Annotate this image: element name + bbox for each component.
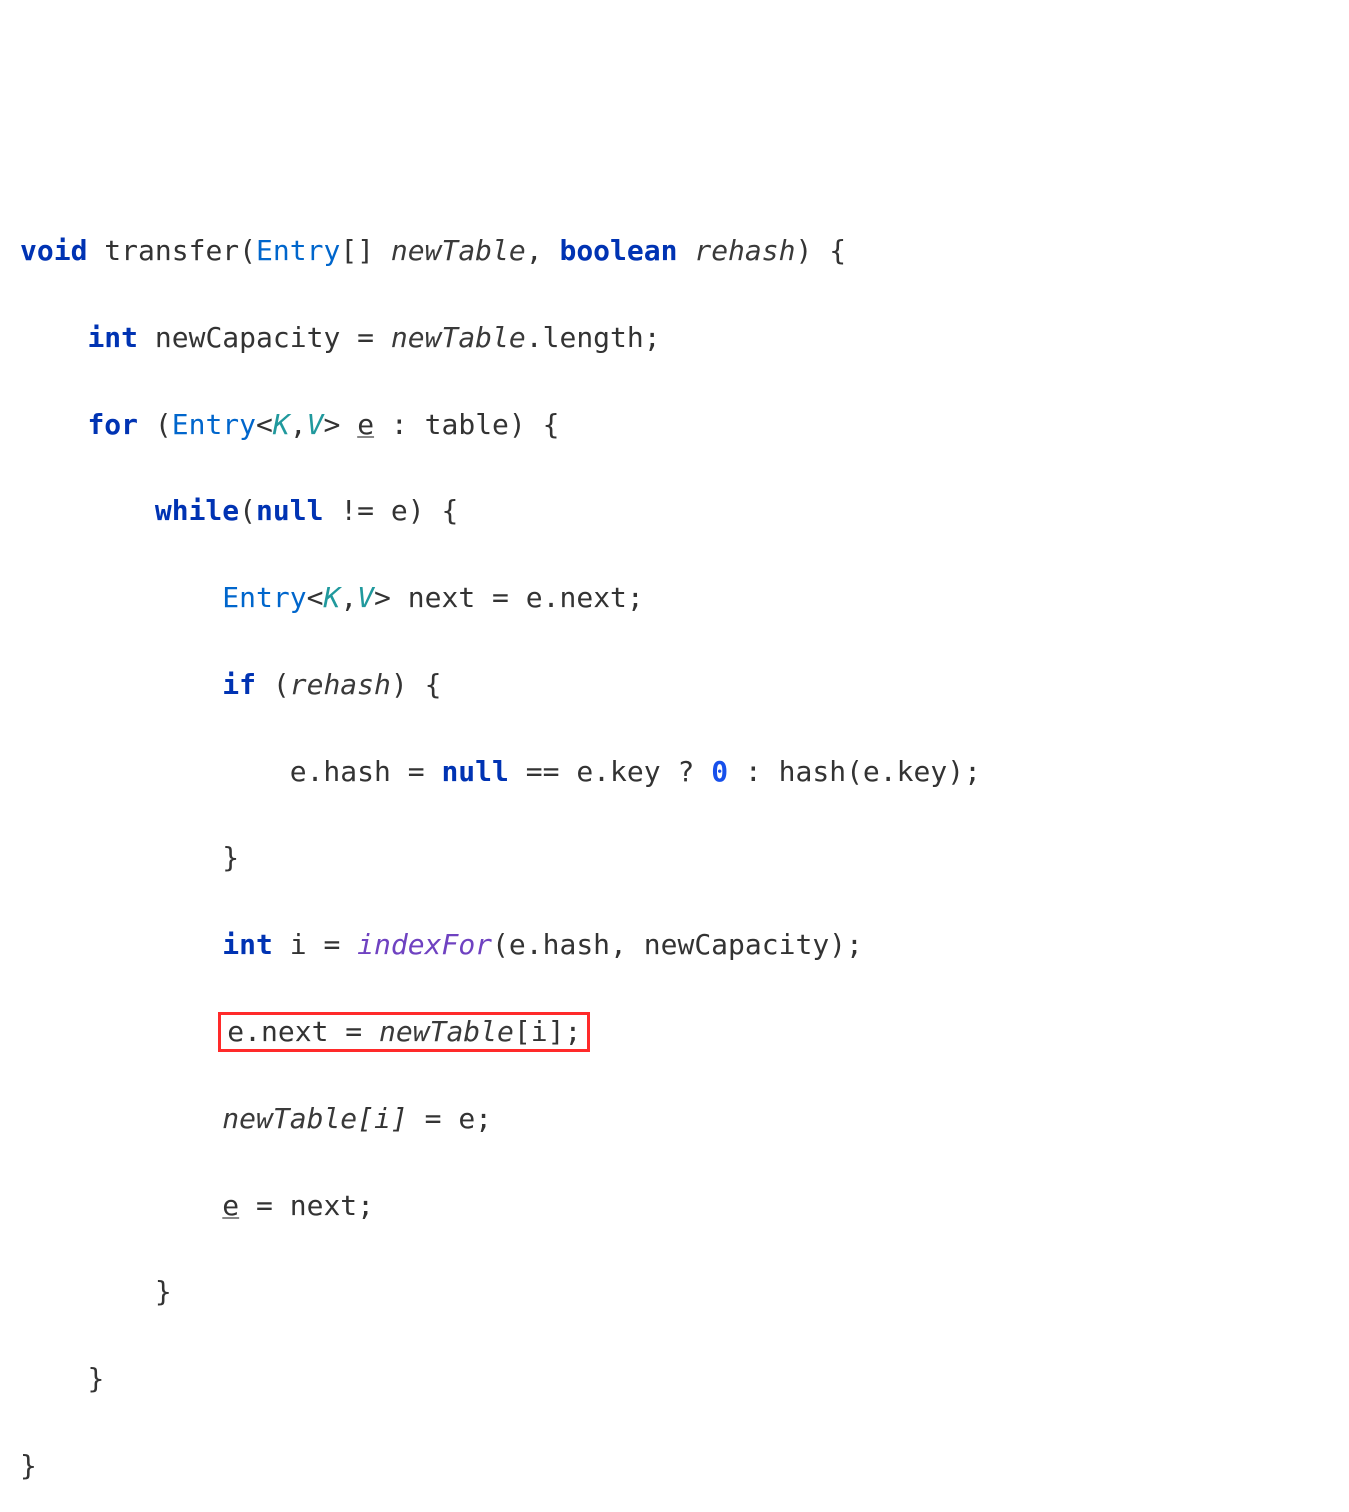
- code-line-1: void transfer(Entry[] newTable, boolean …: [20, 229, 1329, 272]
- var-e: e: [458, 1102, 475, 1135]
- method-indexfor: indexFor: [357, 928, 492, 961]
- var-table: table: [425, 408, 509, 441]
- param-rehash: rehash: [694, 234, 795, 267]
- keyword-boolean: boolean: [559, 234, 677, 267]
- keyword-if: if: [222, 668, 256, 701]
- generic-k: K: [323, 581, 340, 614]
- code-line-6: if (rehash) {: [20, 663, 1329, 706]
- code-line-15: }: [20, 1444, 1329, 1487]
- ref-newtable: newTable: [379, 1015, 514, 1048]
- keyword-int: int: [222, 928, 273, 961]
- var-e: e: [526, 581, 543, 614]
- code-line-4: while(null != e) {: [20, 489, 1329, 532]
- code-line-12: e = next;: [20, 1184, 1329, 1227]
- var-newcapacity: newCapacity: [155, 321, 340, 354]
- keyword-null: null: [441, 755, 508, 788]
- method-hash: hash: [779, 755, 846, 788]
- var-e: e: [391, 494, 408, 527]
- code-line-13: }: [20, 1270, 1329, 1313]
- type-entry: Entry: [256, 234, 340, 267]
- keyword-for: for: [87, 408, 138, 441]
- keyword-void: void: [20, 234, 87, 267]
- keyword-while: while: [155, 494, 239, 527]
- highlight-box: e.next = newTable[i];: [218, 1012, 590, 1052]
- var-i: i: [290, 928, 307, 961]
- keyword-null: null: [256, 494, 323, 527]
- var-next: next: [408, 581, 475, 614]
- var-next: next: [290, 1189, 357, 1222]
- ref-newtable: newTable: [222, 1102, 357, 1135]
- var-e: e: [227, 1015, 244, 1048]
- code-line-14: }: [20, 1357, 1329, 1400]
- code-line-8: }: [20, 836, 1329, 879]
- ref-newtable: newTable: [391, 321, 526, 354]
- code-block: void transfer(Entry[] newTable, boolean …: [20, 186, 1329, 1512]
- var-rehash: rehash: [290, 668, 391, 701]
- var-e: e: [357, 408, 374, 441]
- generic-v: V: [307, 408, 324, 441]
- var-e: e: [509, 928, 526, 961]
- generic-v: V: [357, 581, 374, 614]
- code-line-7: e.hash = null == e.key ? 0 : hash(e.key)…: [20, 750, 1329, 793]
- var-e: e: [222, 1189, 239, 1222]
- function-name: transfer: [104, 234, 239, 267]
- code-line-11: newTable[i] = e;: [20, 1097, 1329, 1140]
- code-line-5: Entry<K,V> next = e.next;: [20, 576, 1329, 619]
- code-line-2: int newCapacity = newTable.length;: [20, 316, 1329, 359]
- type-entry: Entry: [172, 408, 256, 441]
- var-e: e: [863, 755, 880, 788]
- generic-k: K: [273, 408, 290, 441]
- code-line-9: int i = indexFor(e.hash, newCapacity);: [20, 923, 1329, 966]
- var-e: e: [290, 755, 307, 788]
- literal-zero: 0: [711, 755, 728, 788]
- keyword-int: int: [87, 321, 138, 354]
- param-newtable: newTable: [391, 234, 526, 267]
- var-e: e: [576, 755, 593, 788]
- type-entry: Entry: [222, 581, 306, 614]
- code-line-10-highlighted: e.next = newTable[i];: [20, 1010, 1329, 1053]
- code-line-3: for (Entry<K,V> e : table) {: [20, 403, 1329, 446]
